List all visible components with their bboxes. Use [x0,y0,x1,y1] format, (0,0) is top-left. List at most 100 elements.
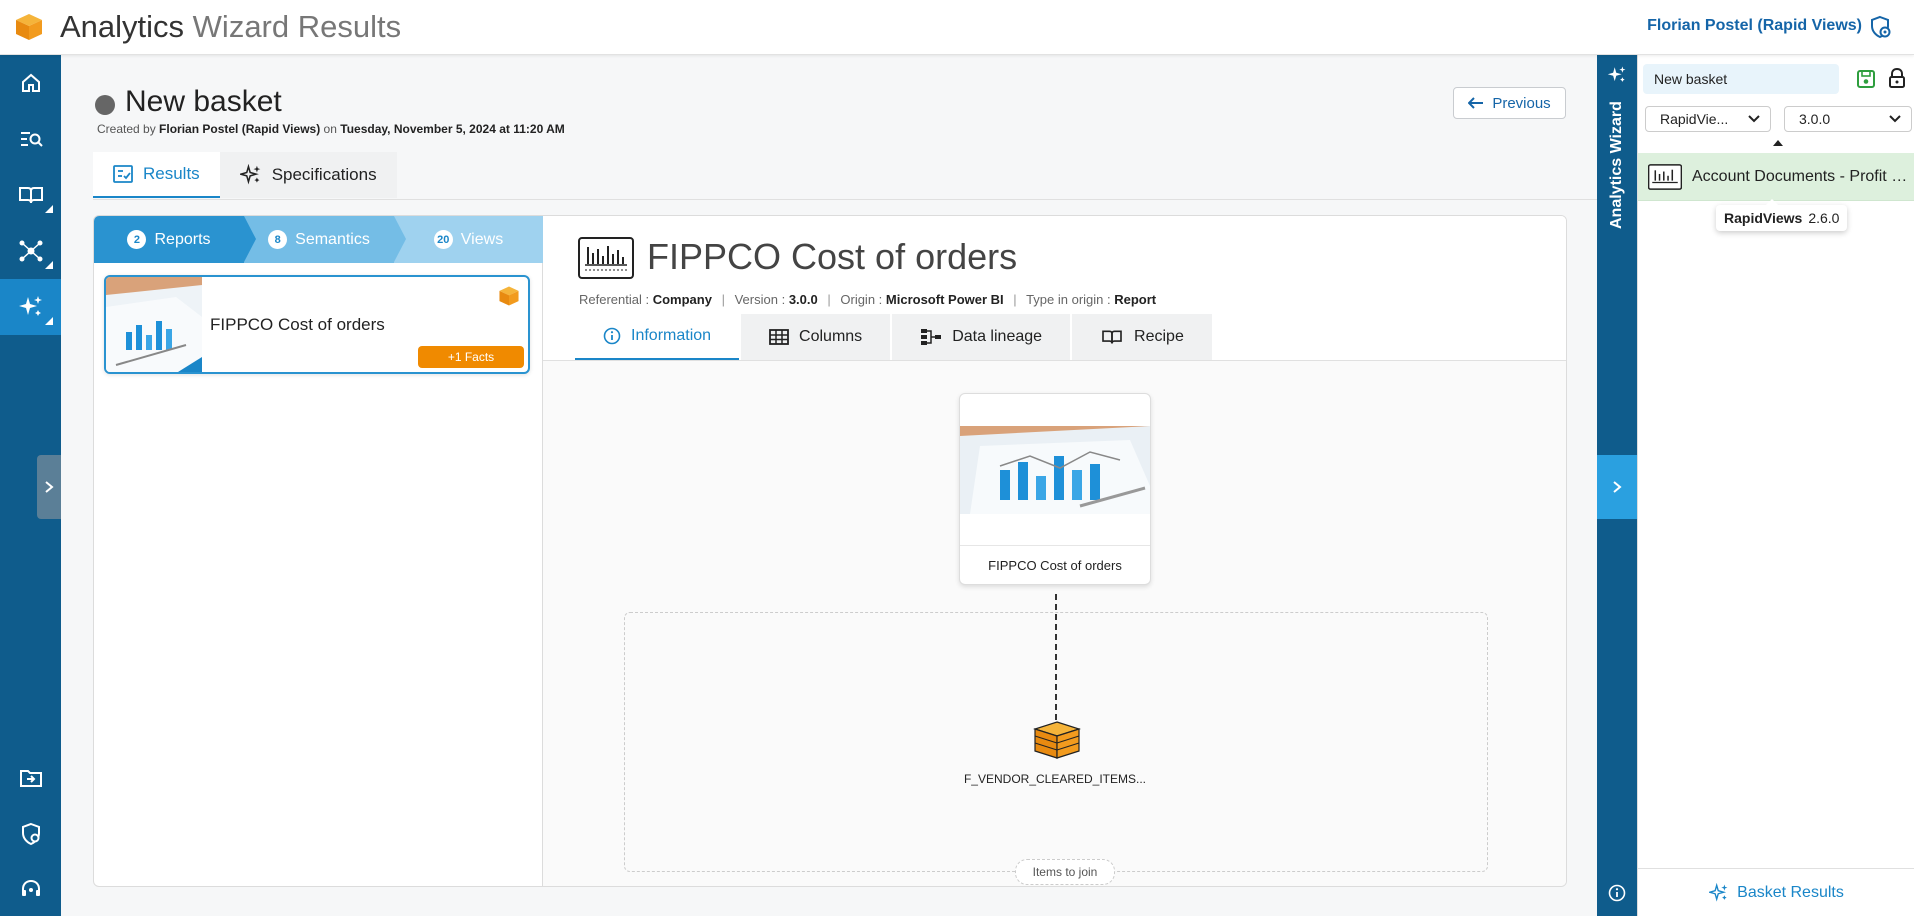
chevron-down-icon [1748,115,1760,123]
app-title-main: Analytics [60,9,185,44]
network-icon [19,240,42,262]
report-chart-icon [578,237,634,279]
lineage-report-node[interactable]: FIPPCO Cost of orders [959,393,1151,585]
report-thumbnail [106,277,202,372]
tab-information-label: Information [631,327,712,344]
sort-caret-icon[interactable] [1773,140,1783,146]
submenu-indicator [45,317,53,325]
tab-columns[interactable]: Columns [741,314,891,360]
sparkle-icon [239,164,260,185]
search-list-icon [20,132,43,147]
folder-import-icon [19,770,42,787]
table-icon [769,329,789,345]
report-card[interactable]: FIPPCO Cost of orders +1 Facts [104,275,530,374]
save-icon[interactable] [1856,69,1876,89]
wizard-item[interactable]: Account Documents - Profit Center [1638,153,1914,201]
chevron-right-icon [45,481,54,493]
wizard-title: Analytics Wizard [1608,101,1625,229]
tab-results-label: Results [143,164,200,183]
created-by: Florian Postel (Rapid Views) [159,122,321,136]
book-icon [18,187,43,204]
nav-import[interactable] [0,750,61,806]
meta-separator: | [721,292,725,307]
version-value: 3.0.0 [788,292,818,307]
version-select-value: 3.0.0 [1799,111,1831,127]
nav-search[interactable] [0,111,61,167]
meta-separator: | [827,292,831,307]
nav-lineage[interactable] [0,223,61,279]
main-content: New basket Created by Florian Postel (Ra… [61,55,1597,916]
user-settings-icon[interactable] [1868,15,1892,39]
step-views[interactable]: 20 Views [394,216,543,263]
sparkle-icon [18,296,42,316]
tooltip-product: RapidViews [1724,210,1803,226]
basket-results-label: Basket Results [1737,883,1844,901]
version-label: Version : [734,292,786,307]
created-prefix: Created by [97,122,156,136]
chevron-right-icon [1613,481,1622,493]
basket-results-button[interactable]: Basket Results [1638,868,1914,916]
tooltip-version: 2.6.0 [1808,210,1840,226]
origin-label: Origin : [840,292,883,307]
lineage-fact-label: F_VENDOR_CLEARED_ITEMS... [963,772,1147,786]
user-name-link[interactable]: Florian Postel (Rapid Views) [1647,17,1862,35]
nav-analytics-wizard[interactable] [0,279,61,335]
tab-specifications[interactable]: Specifications [219,152,397,198]
tab-data-lineage[interactable]: Data lineage [892,314,1071,360]
step-semantics-label: Semantics [295,230,370,248]
origin-value: Microsoft Power BI [885,292,1004,307]
nav-home[interactable] [0,55,61,111]
report-thumbnail [960,426,1150,514]
previous-button[interactable]: Previous [1453,87,1566,119]
info-icon [603,327,621,345]
sparkle-icon [1709,882,1728,902]
basket-status-dot [95,95,115,115]
type-value: Report [1114,292,1157,307]
step-views-label: Views [460,230,504,248]
step-semantics[interactable]: 8 Semantics [244,216,406,263]
wizard-panel: RapidVie... 3.0.0 Account Documents - Pr… [1637,55,1914,916]
step-semantics-count: 8 [268,230,288,249]
nav-catalog[interactable] [0,167,61,223]
basket-name-input[interactable] [1643,64,1839,94]
facts-badge[interactable]: +1 Facts [418,346,524,368]
app-logo-icon [16,14,42,40]
submenu-indicator [45,261,53,269]
product-select[interactable]: RapidVie... [1645,106,1771,132]
tab-results[interactable]: Results [93,152,220,198]
type-label: Type in origin : [1026,292,1111,307]
lock-icon[interactable] [1887,67,1907,89]
tab-divider [93,199,1597,200]
arrow-left-icon [1468,97,1484,109]
info-icon[interactable] [1608,884,1626,902]
cube-stack-icon[interactable] [1033,720,1081,760]
step-reports[interactable]: 2 Reports [94,216,256,263]
results-panel: 2 Reports 8 Semantics 20 Views FIPPCO Co… [93,215,1567,887]
basket-title: New basket [125,85,282,118]
result-steps: 2 Reports 8 Semantics 20 Views [94,216,543,263]
items-to-join-label: Items to join [1015,859,1115,885]
step-arrow [394,216,406,262]
wizard-item-label: Account Documents - Profit Center [1692,167,1910,185]
chevron-down-icon [1889,115,1901,123]
expand-panel-button[interactable] [37,455,61,519]
step-reports-count: 2 [127,230,147,249]
results-list-column: 2 Reports 8 Semantics 20 Views FIPPCO Co… [94,216,543,886]
report-card-name: FIPPCO Cost of orders [210,315,385,334]
tab-information[interactable]: Information [575,314,740,360]
tab-recipe[interactable]: Recipe [1072,314,1212,360]
report-title: FIPPCO Cost of orders [647,236,1018,277]
wizard-expand-button[interactable] [1597,455,1637,519]
version-select[interactable]: 3.0.0 [1784,106,1912,132]
product-select-value: RapidVie... [1660,111,1729,127]
sparkle-icon [1607,66,1626,82]
created-on: Tuesday, November 5, 2024 at 11:20 AM [340,122,565,136]
previous-label: Previous [1492,94,1551,112]
step-arrow [244,216,256,262]
meta-separator: | [1013,292,1017,307]
nav-admin[interactable] [0,806,61,862]
created-on-word: on [323,122,337,136]
created-info: Created by Florian Postel (Rapid Views) … [97,122,565,136]
nav-support[interactable] [0,861,61,916]
tab-columns-label: Columns [799,328,863,345]
